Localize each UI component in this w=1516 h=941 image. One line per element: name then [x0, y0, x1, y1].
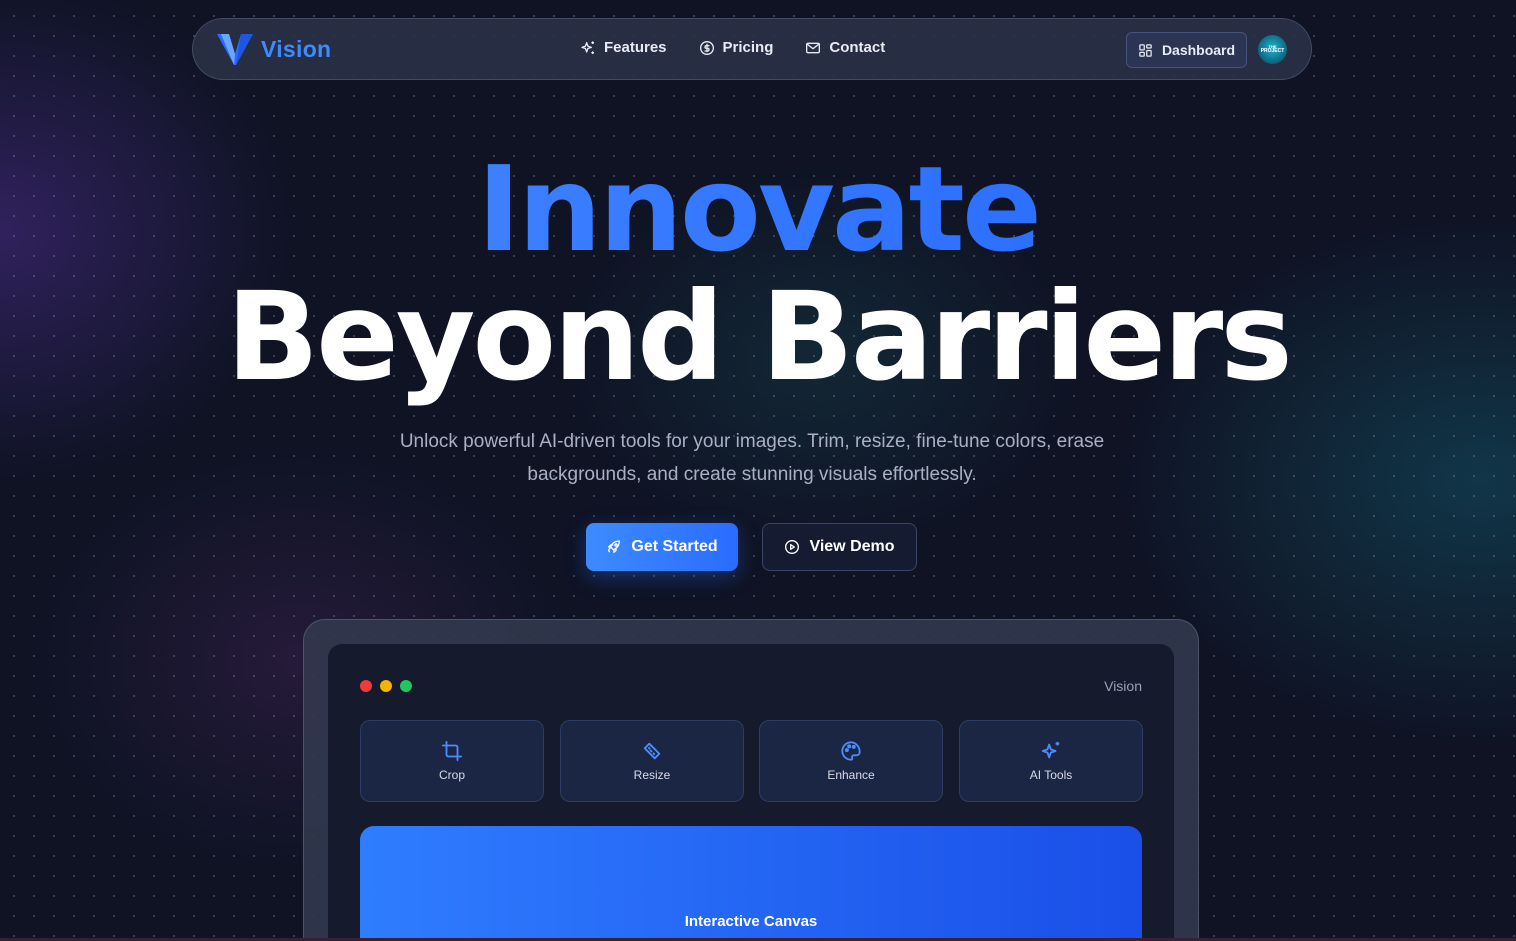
- window-title: Vision: [1104, 678, 1142, 694]
- crop-icon: [441, 740, 463, 762]
- nav-link-label: Contact: [829, 39, 886, 56]
- nav-link-contact[interactable]: Contact: [805, 39, 885, 56]
- tool-crop[interactable]: Crop: [360, 720, 544, 802]
- sparkles-icon: [581, 40, 594, 54]
- window-close-dot: [360, 680, 372, 692]
- hero-title-line2: Beyond Barriers: [226, 266, 1293, 408]
- window-minimize-dot: [380, 680, 392, 692]
- avatar[interactable]: THE PROJECT: [1258, 35, 1287, 64]
- navbar: Vision Features Pricing Contact Dashboar…: [192, 18, 1312, 80]
- hero-title-line1: Innovate: [0, 150, 1516, 268]
- brand-logo[interactable]: Vision: [217, 32, 331, 66]
- tool-ai-tools[interactable]: AI Tools: [959, 720, 1143, 802]
- get-started-button[interactable]: Get Started: [586, 523, 738, 571]
- play-circle-icon: [785, 540, 800, 554]
- view-demo-button[interactable]: View Demo: [762, 523, 917, 571]
- hero-subtitle: Unlock powerful AI-driven tools for your…: [399, 431, 1105, 485]
- dashboard-button[interactable]: Dashboard: [1126, 32, 1247, 68]
- tool-label: Enhance: [827, 768, 875, 782]
- dollar-circle-icon: [699, 40, 714, 55]
- nav-link-label: Pricing: [722, 39, 774, 56]
- nav-link-features[interactable]: Features: [580, 39, 667, 56]
- rocket-icon: [608, 540, 621, 553]
- get-started-label: Get Started: [631, 538, 718, 555]
- window-maximize-dot: [400, 680, 412, 692]
- nav-link-pricing[interactable]: Pricing: [699, 39, 774, 56]
- palette-icon: [841, 741, 861, 761]
- mail-icon: [806, 42, 821, 53]
- tool-label: AI Tools: [1029, 768, 1073, 782]
- tool-resize[interactable]: Resize: [560, 720, 744, 802]
- avatar-text-bottom: PROJECT: [1260, 48, 1285, 54]
- nav-link-label: Features: [604, 39, 667, 56]
- canvas-label: Interactive Canvas: [684, 913, 818, 930]
- tool-label: Resize: [633, 768, 671, 782]
- brand-name: Vision: [261, 35, 332, 62]
- view-demo-label: View Demo: [809, 538, 895, 555]
- tool-enhance[interactable]: Enhance: [759, 720, 943, 802]
- ruler-icon: [643, 742, 661, 760]
- sparkles-icon: [1041, 741, 1060, 759]
- vision-logo-icon: [217, 34, 253, 65]
- nav-links: Features Pricing Contact: [580, 39, 885, 56]
- tool-label: Crop: [438, 768, 465, 782]
- dashboard-label: Dashboard: [1161, 42, 1236, 58]
- grid-icon: [1139, 43, 1152, 57]
